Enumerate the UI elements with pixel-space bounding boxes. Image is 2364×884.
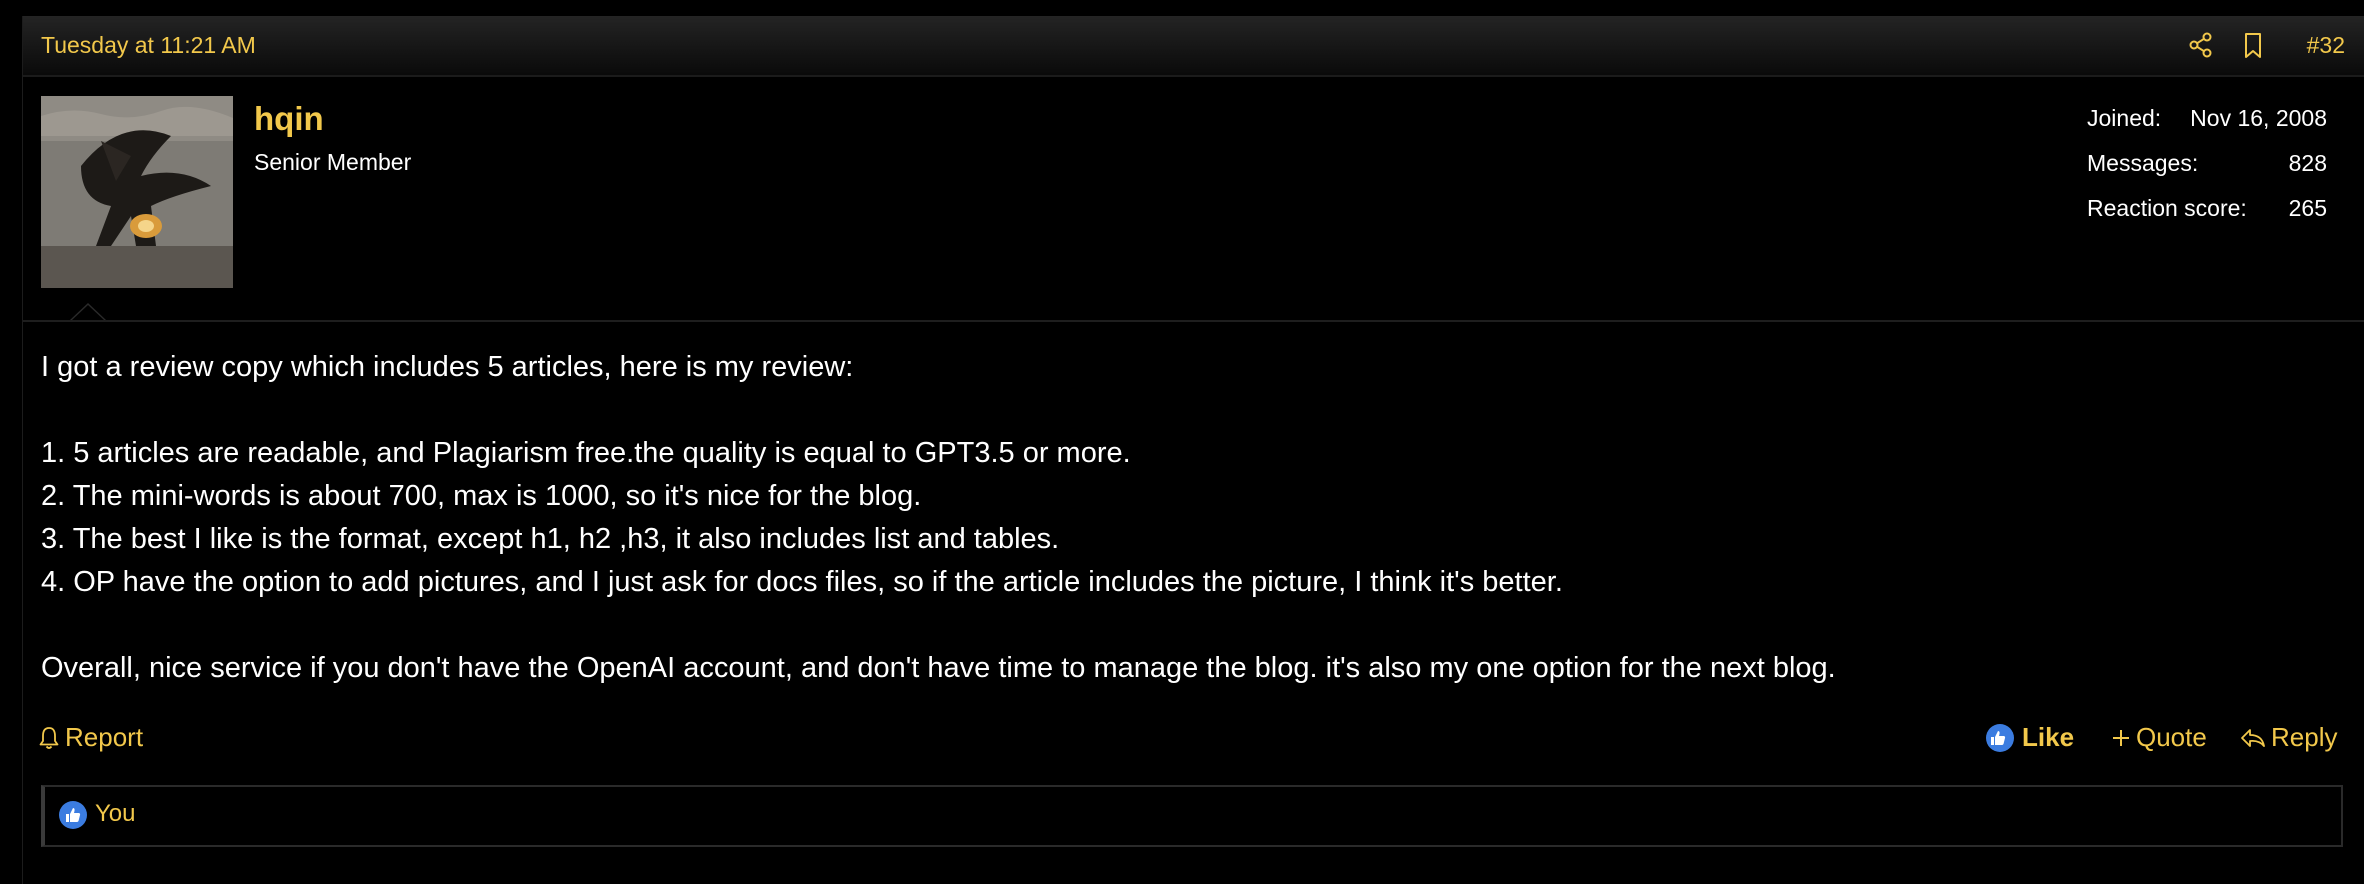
post-header: Tuesday at 11:21 AM #32 <box>23 16 2364 77</box>
post-body: I got a review copy which includes 5 art… <box>41 346 2341 690</box>
review-point: 4. OP have the option to add pictures, a… <box>41 566 1563 598</box>
like-label: Like <box>2022 722 2075 752</box>
post-date[interactable]: Tuesday at 11:21 AM <box>41 32 256 59</box>
share-icon[interactable] <box>2186 30 2216 60</box>
post-actions: Report Like Quote Reply <box>23 716 2364 758</box>
user-avatar[interactable] <box>41 96 233 288</box>
stat-label: Reaction score: <box>2087 195 2247 221</box>
stat-label: Messages: <box>2087 150 2199 176</box>
report-label: Report <box>65 722 144 752</box>
username-link[interactable]: hqin <box>254 100 324 138</box>
review-point: 1. 5 articles are readable, and Plagiari… <box>41 437 1131 469</box>
quote-label: Quote <box>2136 722 2207 752</box>
bell-icon <box>39 726 59 749</box>
user-info: hqin Senior Member Joined: Nov 16, 2008 … <box>23 75 2364 322</box>
review-point: 3. The best I like is the format, except… <box>41 523 1060 555</box>
review-point: 2. The mini-words is about 700, max is 1… <box>41 480 922 512</box>
report-button[interactable]: Report <box>37 722 143 753</box>
avatar-pointer <box>70 303 106 320</box>
stat-joined: Joined: Nov 16, 2008 <box>2087 105 2327 150</box>
reactions-bar[interactable]: You <box>41 785 2343 847</box>
reply-label: Reply <box>2271 722 2338 752</box>
post-number-link[interactable]: #32 <box>2307 32 2345 59</box>
post-intro: I got a review copy which includes 5 art… <box>41 351 854 383</box>
bookmark-icon[interactable] <box>2238 30 2268 60</box>
reaction-users-link[interactable]: You <box>95 800 136 828</box>
like-button[interactable]: Like <box>1986 722 2074 753</box>
thumbs-up-icon <box>59 801 87 829</box>
stat-label: Joined: <box>2087 105 2162 131</box>
user-title: Senior Member <box>254 149 412 175</box>
dragon-avatar-image <box>41 96 233 288</box>
stat-reaction-score: Reaction score: 265 <box>2087 195 2327 240</box>
stat-value[interactable]: 828 <box>2289 150 2327 177</box>
stat-messages: Messages: 828 <box>2087 150 2327 195</box>
stat-value: Nov 16, 2008 <box>2190 105 2327 131</box>
stat-value: 265 <box>2288 195 2327 221</box>
reply-icon <box>2241 728 2265 747</box>
forum-post: Tuesday at 11:21 AM #32 hqin Senior Memb… <box>22 16 2364 884</box>
reply-button[interactable]: Reply <box>2239 722 2337 753</box>
thumbs-up-icon <box>1986 723 2014 752</box>
post-closing: Overall, nice service if you don't have … <box>41 652 1836 684</box>
user-stats: Joined: Nov 16, 2008 Messages: 828 React… <box>2087 105 2327 240</box>
plus-icon <box>2113 729 2129 746</box>
quote-button[interactable]: Quote <box>2110 722 2207 753</box>
